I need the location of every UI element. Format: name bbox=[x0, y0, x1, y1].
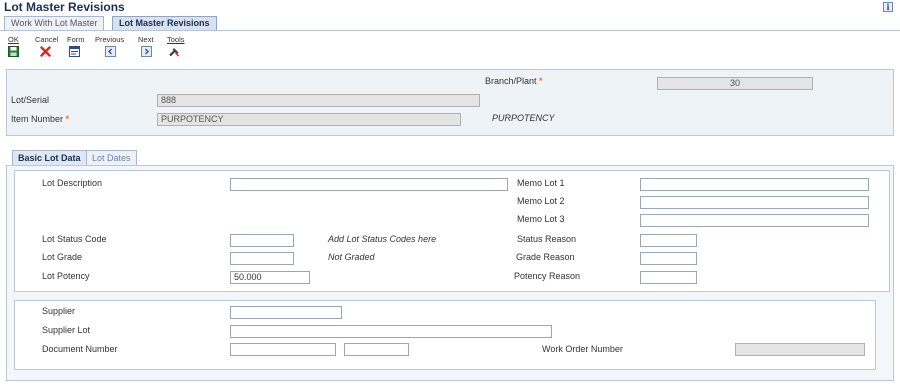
previous-label: Previous bbox=[95, 35, 125, 44]
cancel-label: Cancel bbox=[35, 35, 59, 44]
tools-button[interactable]: Tools bbox=[167, 35, 185, 59]
close-icon bbox=[40, 46, 51, 57]
tab-divider bbox=[0, 30, 900, 31]
grade-reason-label: Grade Reason bbox=[516, 252, 575, 262]
lot-description-field[interactable] bbox=[230, 178, 508, 191]
tools-label: Tools bbox=[167, 35, 185, 44]
item-description: PURPOTENCY bbox=[492, 113, 555, 123]
supplier-lot-field[interactable] bbox=[230, 325, 552, 338]
lot-description-label: Lot Description bbox=[42, 178, 103, 188]
memo-lot-3-label: Memo Lot 3 bbox=[517, 214, 565, 224]
memo-lot-2-label: Memo Lot 2 bbox=[517, 196, 565, 206]
lot-status-code-field[interactable] bbox=[230, 234, 294, 247]
tab-lot-master-revisions[interactable]: Lot Master Revisions bbox=[112, 16, 217, 31]
next-button[interactable]: Next bbox=[138, 35, 153, 59]
document-number-label: Document Number bbox=[42, 344, 118, 354]
next-label: Next bbox=[138, 35, 154, 44]
potency-reason-field[interactable] bbox=[640, 271, 697, 284]
lot-grade-hint: Not Graded bbox=[328, 252, 375, 262]
lot-grade-label: Lot Grade bbox=[42, 252, 83, 262]
tab-work-with-lot-master[interactable]: Work With Lot Master bbox=[4, 16, 105, 31]
memo-lot-3-field[interactable] bbox=[640, 214, 869, 227]
status-reason-field[interactable] bbox=[640, 234, 697, 247]
lot-serial-label: Lot/Serial bbox=[11, 95, 50, 105]
supplier-lot-label: Supplier Lot bbox=[42, 325, 91, 335]
lot-status-code-label: Lot Status Code bbox=[42, 234, 107, 244]
tools-icon bbox=[169, 48, 180, 57]
chevron-left-icon bbox=[105, 46, 116, 57]
ok-label: OK bbox=[8, 35, 19, 44]
ok-button[interactable]: OK bbox=[8, 35, 19, 59]
form-icon bbox=[69, 46, 80, 57]
lot-potency-field[interactable]: 50.000 bbox=[230, 271, 310, 284]
item-number-label: Item Number * bbox=[11, 114, 70, 124]
lot-status-hint: Add Lot Status Codes here bbox=[328, 234, 437, 244]
document-type-field[interactable] bbox=[344, 343, 409, 356]
cancel-button[interactable]: Cancel bbox=[35, 35, 58, 59]
grade-reason-field[interactable] bbox=[640, 252, 697, 265]
previous-button[interactable]: Previous bbox=[95, 35, 124, 59]
document-number-field[interactable] bbox=[230, 343, 336, 356]
form-button[interactable]: Form bbox=[67, 35, 85, 59]
info-icon[interactable]: i bbox=[883, 2, 893, 12]
save-icon bbox=[8, 46, 19, 57]
item-number-field[interactable]: PURPOTENCY bbox=[157, 113, 461, 126]
page-title: Lot Master Revisions bbox=[4, 0, 125, 14]
potency-reason-label: Potency Reason bbox=[514, 271, 581, 281]
tab-lot-dates[interactable]: Lot Dates bbox=[86, 150, 137, 166]
work-order-number-label: Work Order Number bbox=[542, 344, 623, 354]
status-reason-label: Status Reason bbox=[517, 234, 577, 244]
chevron-right-icon bbox=[141, 46, 152, 57]
work-order-number-field[interactable] bbox=[735, 343, 865, 356]
branch-plant-label: Branch/Plant * bbox=[485, 76, 543, 86]
memo-lot-1-label: Memo Lot 1 bbox=[517, 178, 565, 188]
lot-serial-field[interactable]: 888 bbox=[157, 94, 480, 107]
memo-lot-2-field[interactable] bbox=[640, 196, 869, 209]
lot-potency-label: Lot Potency bbox=[42, 271, 90, 281]
supplier-field[interactable] bbox=[230, 306, 342, 319]
lot-grade-field[interactable] bbox=[230, 252, 294, 265]
form-label: Form bbox=[67, 35, 85, 44]
tab-basic-lot-data[interactable]: Basic Lot Data bbox=[12, 150, 87, 166]
branch-plant-field[interactable]: 30 bbox=[657, 77, 813, 90]
supplier-label: Supplier bbox=[42, 306, 76, 316]
memo-lot-1-field[interactable] bbox=[640, 178, 869, 191]
